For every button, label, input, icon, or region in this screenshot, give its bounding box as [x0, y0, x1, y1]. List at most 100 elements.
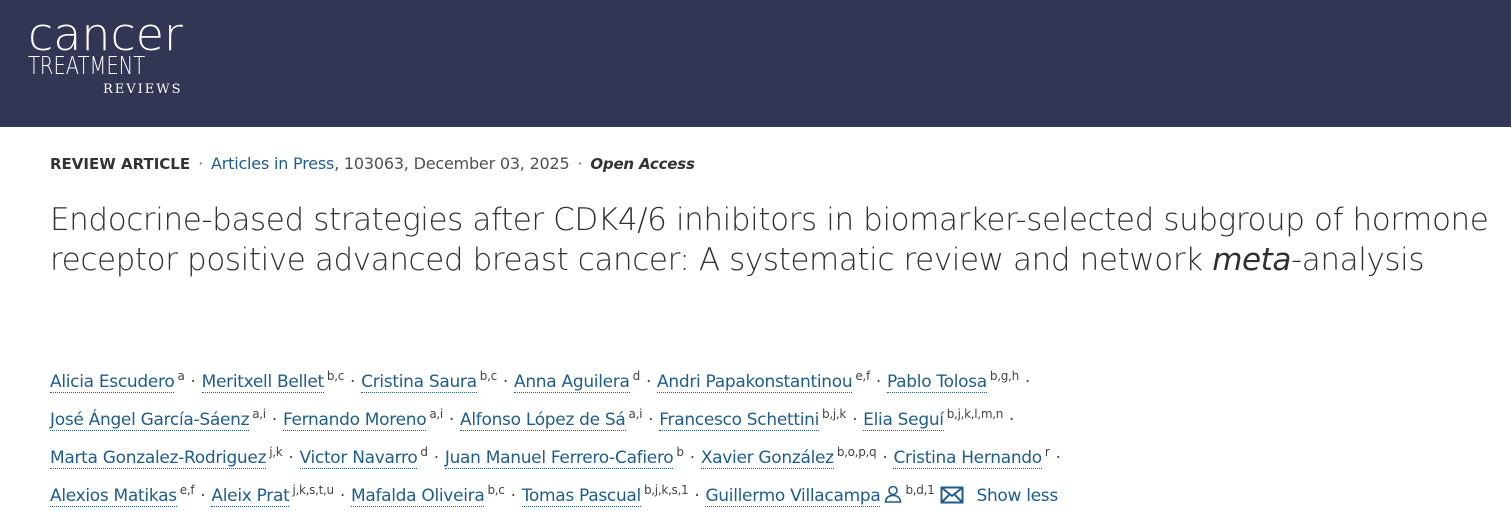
open-access-badge: Open Access	[590, 155, 695, 173]
show-less-button[interactable]: Show less	[976, 486, 1058, 506]
author-separator: ·	[288, 448, 294, 468]
author-line: Alexios Matikas e,f · Aleix Prat j,k,s,t,u · M…	[50, 471, 1490, 509]
author-item: Juan Manuel Ferrero-Cafiero b	[444, 445, 684, 469]
author-separator: ·	[433, 448, 439, 468]
author-item: Xavier González b,o,p,q	[700, 445, 877, 469]
author-name-link[interactable]: Fernando Moreno	[282, 410, 427, 431]
author-separator: ·	[645, 372, 652, 392]
affiliation-marker[interactable]: b,c	[487, 483, 504, 497]
author-separator: ·	[350, 372, 356, 392]
author-name-link[interactable]: José Ángel García-Sáenz	[50, 410, 250, 431]
author-separator: ·	[882, 448, 888, 468]
author-name-link[interactable]: Andri Papakonstantinou	[657, 372, 853, 393]
author-item: Mafalda Oliveira b,c	[350, 483, 505, 507]
affiliation-marker[interactable]: j,k,s,t,u	[292, 483, 334, 497]
affiliation-marker[interactable]: a,i	[429, 407, 443, 421]
meta-separator: ·	[198, 154, 204, 173]
article-meta: REVIEW ARTICLE · Articles in Press, 103063…	[50, 154, 695, 173]
author-name-link[interactable]: Guillermo Villacampa	[705, 486, 881, 507]
author-item: Guillermo Villacampa b,d,1	[705, 483, 935, 507]
author-name-link[interactable]: Pablo Tolosa	[886, 372, 987, 393]
affiliation-marker[interactable]: e,f	[855, 369, 870, 383]
author-name-link[interactable]: Alexios Matikas	[50, 486, 177, 507]
affiliation-marker[interactable]: b,c	[327, 369, 344, 383]
article-title: Endocrine-based strategies after CDK4/6 …	[50, 200, 1500, 280]
affiliation-marker[interactable]: j,k	[269, 445, 283, 459]
affiliation-marker[interactable]: e,f	[180, 483, 195, 497]
author-name-link[interactable]: Alicia Escudero	[50, 372, 175, 393]
title-italic: meta	[1212, 242, 1292, 278]
author-separator: ·	[190, 372, 196, 392]
author-item: Francesco Schettini b,j,k	[659, 407, 846, 431]
affiliation-marker[interactable]: b,g,h	[990, 369, 1019, 383]
author-line: Marta Gonzalez-Rodriguez j,k · Victor Navar…	[50, 433, 1490, 471]
author-name-link[interactable]: Mafalda Oliveira	[350, 486, 485, 507]
author-item: José Ángel García-Sáenz a,i	[50, 407, 266, 431]
author-item: Alexios Matikas e,f	[50, 483, 195, 507]
author-separator: ·	[694, 486, 700, 506]
author-separator: ·	[689, 448, 695, 468]
logo-text-reviews: REVIEWS	[103, 82, 183, 97]
author-item: Fernando Moreno a,i	[282, 407, 443, 431]
logo-text-treatment: TREATMENT	[28, 51, 146, 80]
author-name-link[interactable]: Xavier González	[700, 448, 834, 469]
author-item: Andri Papakonstantinou e,f	[657, 369, 870, 393]
author-item: Elia Seguí b,j,k,l,m,n	[863, 407, 1004, 431]
author-name-link[interactable]: Anna Aguilera	[514, 372, 630, 393]
author-name-link[interactable]: Cristina Saura	[361, 372, 477, 393]
author-separator: ·	[1055, 448, 1061, 468]
journal-logo[interactable]: cancer TREATMENT REVIEWS	[28, 12, 203, 102]
affiliation-marker[interactable]: b,c	[480, 369, 497, 383]
author-item: Alfonso López de Sá a,i	[460, 407, 643, 431]
author-name-link[interactable]: Tomas Pascual	[521, 486, 641, 507]
author-item: Anna Aguilera d	[514, 369, 641, 393]
author-list: Alicia Escudero a · Meritxell Bellet b,c · Cri…	[50, 357, 1490, 509]
author-name-link[interactable]: Meritxell Bellet	[201, 372, 324, 393]
affiliation-marker[interactable]: d	[420, 445, 428, 459]
affiliation-marker[interactable]: d	[633, 369, 641, 383]
author-separator: ·	[648, 410, 654, 430]
affiliation-marker[interactable]: b,j,k,l,m,n	[947, 407, 1004, 421]
mail-icon[interactable]	[940, 486, 964, 504]
author-item: Victor Navarro d	[299, 445, 428, 469]
author-item: Alicia Escudero a	[50, 369, 185, 393]
meta-separator: ·	[577, 154, 583, 173]
article-type: REVIEW ARTICLE	[50, 155, 191, 173]
affiliation-marker[interactable]: b,d,1	[905, 483, 934, 497]
author-name-link[interactable]: Juan Manuel Ferrero-Cafiero	[444, 448, 674, 469]
affiliation-marker[interactable]: a,i	[252, 407, 266, 421]
author-separator: ·	[852, 410, 858, 430]
author-name-link[interactable]: Francesco Schettini	[659, 410, 819, 431]
affiliation-marker[interactable]: b,j,k	[822, 407, 846, 421]
author-item: Cristina Hernando r	[893, 445, 1050, 469]
affiliation-marker[interactable]: b,o,p,q	[837, 445, 877, 459]
author-line: José Ángel García-Sáenz a,i · Fernando More…	[50, 395, 1490, 433]
affiliation-marker[interactable]: b,j,k,s,1	[644, 483, 689, 497]
affiliation-marker[interactable]: r	[1045, 445, 1050, 459]
author-separator: ·	[448, 410, 455, 430]
affiliation-marker[interactable]: a,i	[629, 407, 643, 421]
site-header: cancer TREATMENT REVIEWS	[0, 0, 1511, 127]
author-separator: ·	[502, 372, 508, 392]
author-item: Marta Gonzalez-Rodriguez j,k	[50, 445, 283, 469]
author-separator: ·	[1009, 410, 1015, 430]
author-name-link[interactable]: Aleix Prat	[211, 486, 290, 507]
author-separator: ·	[875, 372, 881, 392]
author-name-link[interactable]: Cristina Hernando	[893, 448, 1042, 469]
author-item: Aleix Prat j,k,s,t,u	[211, 483, 334, 507]
author-separator: ·	[271, 410, 277, 430]
title-text-end: -analysis	[1291, 242, 1425, 278]
author-name-link[interactable]: Alfonso López de Sá	[460, 410, 626, 431]
affiliation-marker[interactable]: b	[676, 445, 684, 459]
affiliation-marker[interactable]: a	[177, 369, 184, 383]
author-name-link[interactable]: Victor Navarro	[299, 448, 418, 469]
author-item: Meritxell Bellet b,c	[201, 369, 344, 393]
article-details: , 103063, December 03, 2025	[334, 154, 570, 173]
author-item: Pablo Tolosa b,g,h	[886, 369, 1019, 393]
author-separator: ·	[200, 486, 206, 506]
author-separator: ·	[510, 486, 516, 506]
author-name-link[interactable]: Marta Gonzalez-Rodriguez	[50, 448, 267, 469]
articles-in-press-link[interactable]: Articles in Press	[211, 154, 334, 173]
author-name-link[interactable]: Elia Seguí	[863, 410, 944, 431]
author-separator: ·	[1024, 372, 1030, 392]
